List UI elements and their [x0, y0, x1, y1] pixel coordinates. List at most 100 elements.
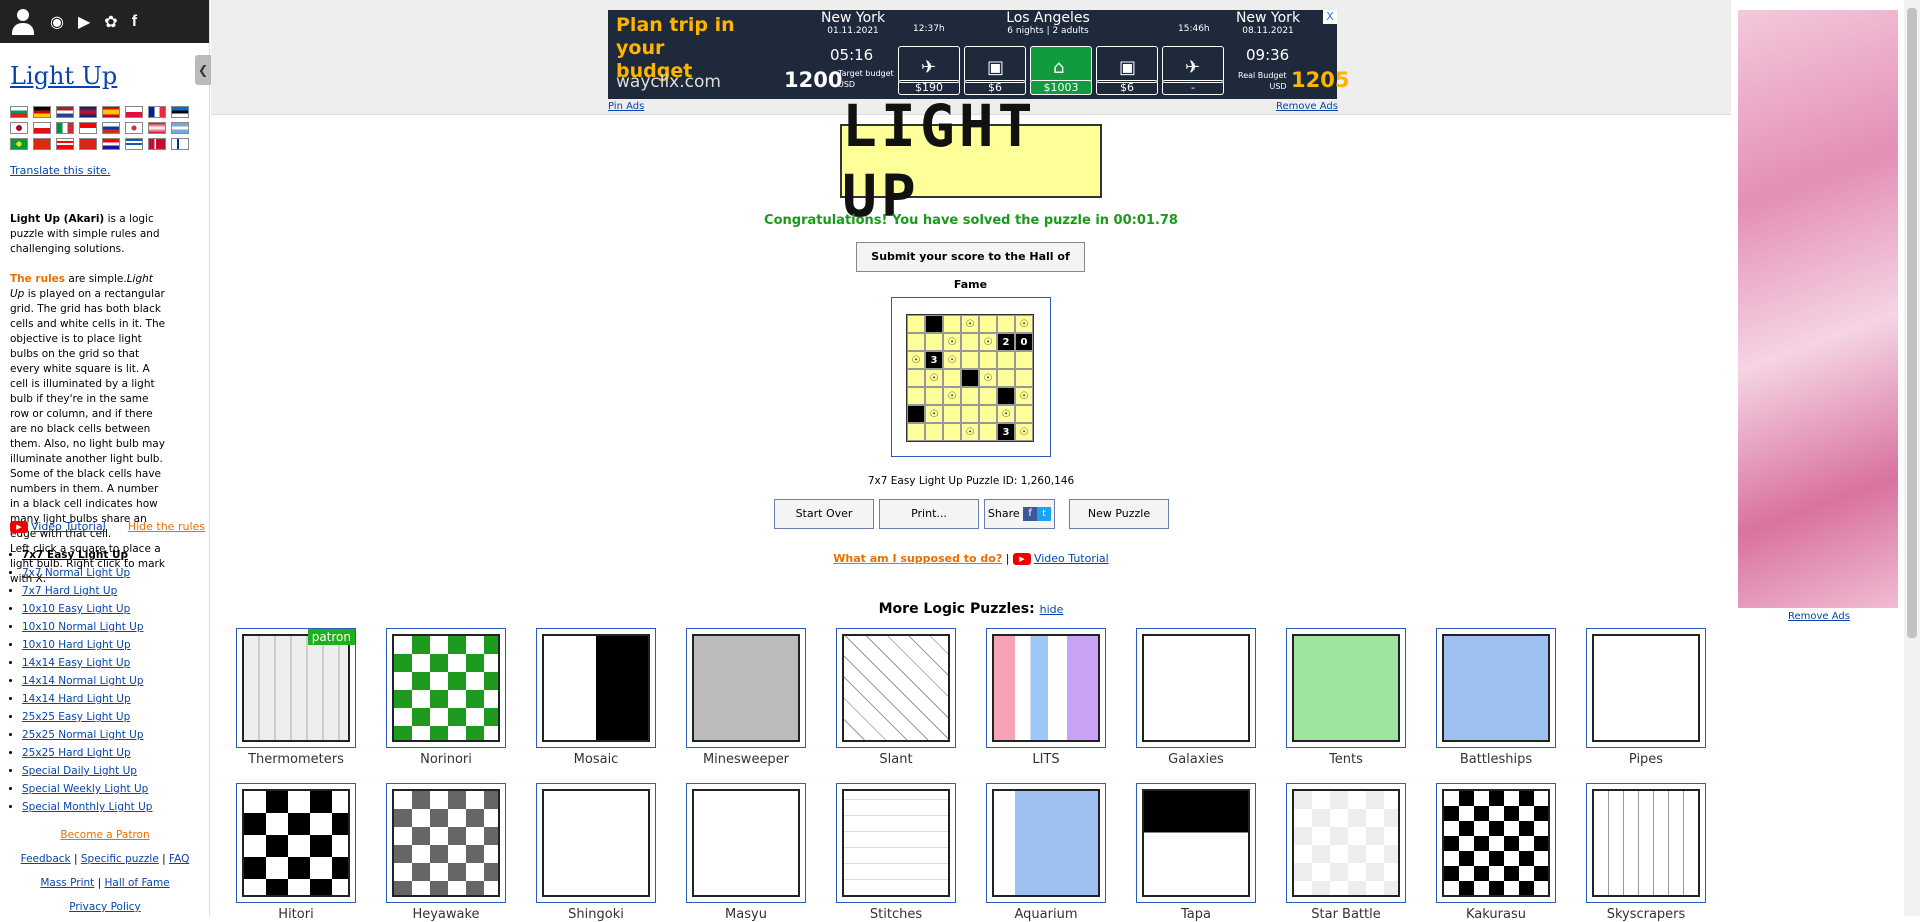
black-cell[interactable]: 3: [997, 423, 1015, 441]
flag-icon[interactable]: [10, 138, 28, 150]
puzzle-link[interactable]: 14x14 Hard Light Up: [22, 693, 131, 705]
puzzle-tile[interactable]: [1436, 628, 1556, 748]
site-title-link[interactable]: Light Up: [10, 62, 117, 90]
flag-icon[interactable]: [33, 138, 51, 150]
bulb-cell[interactable]: ☉: [1015, 387, 1033, 405]
flag-icon[interactable]: [171, 138, 189, 150]
flag-icon[interactable]: [102, 106, 120, 118]
puzzle-tile-label[interactable]: Masyu: [686, 907, 806, 922]
video-tutorial-link[interactable]: Video Tutorial: [1034, 552, 1109, 565]
puzzle-tile[interactable]: [836, 783, 956, 903]
flag-icon[interactable]: [56, 138, 74, 150]
puzzle-tile-label[interactable]: Aquarium: [986, 907, 1106, 922]
puzzle-link[interactable]: 7x7 Normal Light Up: [22, 567, 130, 579]
lit-cell[interactable]: [943, 369, 961, 387]
lit-cell[interactable]: [979, 423, 997, 441]
new-puzzle-button[interactable]: New Puzzle: [1069, 499, 1169, 529]
facebook-icon[interactable]: f: [132, 13, 137, 31]
puzzle-tile[interactable]: [536, 628, 656, 748]
lit-cell[interactable]: [907, 423, 925, 441]
lit-cell[interactable]: [925, 333, 943, 351]
puzzle-link[interactable]: 14x14 Normal Light Up: [22, 675, 144, 687]
black-cell[interactable]: [961, 369, 979, 387]
flag-icon[interactable]: [79, 106, 97, 118]
lit-cell[interactable]: [943, 423, 961, 441]
submit-score-button[interactable]: Submit your score to the Hall of Fame: [856, 242, 1085, 291]
puzzle-link[interactable]: 25x25 Hard Light Up: [22, 747, 131, 759]
puzzle-tile[interactable]: [536, 783, 656, 903]
puzzle-tile[interactable]: [1586, 783, 1706, 903]
flag-icon[interactable]: [171, 122, 189, 134]
hide-rules-link[interactable]: Hide the rules: [128, 520, 205, 533]
become-patron-link[interactable]: Become a Patron: [60, 829, 149, 841]
puzzle-link[interactable]: 10x10 Hard Light Up: [22, 639, 131, 651]
black-cell[interactable]: [997, 387, 1015, 405]
lit-cell[interactable]: [997, 351, 1015, 369]
puzzle-tile-label[interactable]: Star Battle: [1286, 907, 1406, 922]
puzzle-tile[interactable]: [1136, 783, 1256, 903]
what-am-i-link[interactable]: What am I supposed to do?: [833, 552, 1002, 565]
hall-of-fame-link[interactable]: Hall of Fame: [104, 877, 169, 889]
puzzle-tile[interactable]: [1436, 783, 1556, 903]
specific-puzzle-link[interactable]: Specific puzzle: [81, 853, 159, 865]
lit-cell[interactable]: [961, 351, 979, 369]
puzzle-tile-label[interactable]: Skyscrapers: [1586, 907, 1706, 922]
hide-more-link[interactable]: hide: [1040, 603, 1064, 616]
puzzle-tile-label[interactable]: Heyawake: [386, 907, 506, 922]
puzzle-link[interactable]: Special Daily Light Up: [22, 765, 137, 777]
print-button[interactable]: Print...: [879, 499, 979, 529]
puzzle-link[interactable]: 10x10 Easy Light Up: [22, 603, 130, 615]
bulb-cell[interactable]: ☉: [979, 333, 997, 351]
puzzle-tile-label[interactable]: Kakurasu: [1436, 907, 1556, 922]
puzzle-link[interactable]: 7x7 Easy Light Up: [22, 549, 128, 561]
share-button[interactable]: Share ft: [984, 499, 1055, 529]
user-icon[interactable]: [10, 7, 36, 37]
translate-link[interactable]: Translate this site.: [10, 164, 110, 177]
twitter-icon[interactable]: t: [1037, 507, 1052, 521]
bulb-cell[interactable]: ☉: [979, 369, 997, 387]
flag-icon[interactable]: [10, 122, 28, 134]
bulb-cell[interactable]: ☉: [961, 315, 979, 333]
bulb-cell[interactable]: ☉: [943, 333, 961, 351]
lit-cell[interactable]: [907, 315, 925, 333]
flag-icon[interactable]: [148, 138, 166, 150]
lit-cell[interactable]: [961, 387, 979, 405]
lit-cell[interactable]: [907, 333, 925, 351]
lit-cell[interactable]: [961, 405, 979, 423]
bulb-cell[interactable]: ☉: [1015, 423, 1033, 441]
puzzle-tile-label[interactable]: Thermometers: [236, 752, 356, 767]
flag-icon[interactable]: [56, 122, 74, 134]
scrollbar-thumb[interactable]: [1907, 8, 1917, 638]
flag-icon[interactable]: [56, 106, 74, 118]
puzzle-tile[interactable]: [836, 628, 956, 748]
flag-icon[interactable]: [148, 106, 166, 118]
lit-cell[interactable]: [979, 405, 997, 423]
lit-cell[interactable]: [1015, 405, 1033, 423]
puzzle-link[interactable]: 10x10 Normal Light Up: [22, 621, 144, 633]
lit-cell[interactable]: [979, 315, 997, 333]
puzzle-link[interactable]: 14x14 Easy Light Up: [22, 657, 130, 669]
twitter-icon[interactable]: ✿: [104, 12, 117, 31]
puzzle-board[interactable]: ☉ ☉ ☉ ☉ 2 0 ☉ 3 ☉ ☉ ☉ ☉ ☉ ☉ ☉ ☉ 3 ☉: [906, 314, 1034, 442]
lit-cell[interactable]: [907, 387, 925, 405]
puzzle-tile-label[interactable]: Shingoki: [536, 907, 656, 922]
flag-icon[interactable]: [148, 122, 166, 134]
puzzle-link[interactable]: Special Monthly Light Up: [22, 801, 152, 813]
lit-cell[interactable]: [997, 369, 1015, 387]
puzzle-tile-label[interactable]: Slant: [836, 752, 956, 767]
flag-icon[interactable]: [33, 106, 51, 118]
puzzle-tile[interactable]: [1286, 628, 1406, 748]
puzzle-tile[interactable]: [1586, 628, 1706, 748]
puzzle-tile-label[interactable]: LITS: [986, 752, 1106, 767]
flag-icon[interactable]: [79, 122, 97, 134]
lit-cell[interactable]: [997, 315, 1015, 333]
black-cell[interactable]: [907, 405, 925, 423]
bulb-cell[interactable]: ☉: [1015, 315, 1033, 333]
youtube-icon[interactable]: ▶: [78, 12, 90, 31]
bulb-cell[interactable]: ☉: [925, 369, 943, 387]
collapse-sidebar-button[interactable]: ❮: [195, 55, 211, 85]
puzzle-tile[interactable]: [1136, 628, 1256, 748]
puzzle-link[interactable]: 25x25 Easy Light Up: [22, 711, 130, 723]
bulb-cell[interactable]: ☉: [907, 351, 925, 369]
flag-icon[interactable]: [125, 138, 143, 150]
